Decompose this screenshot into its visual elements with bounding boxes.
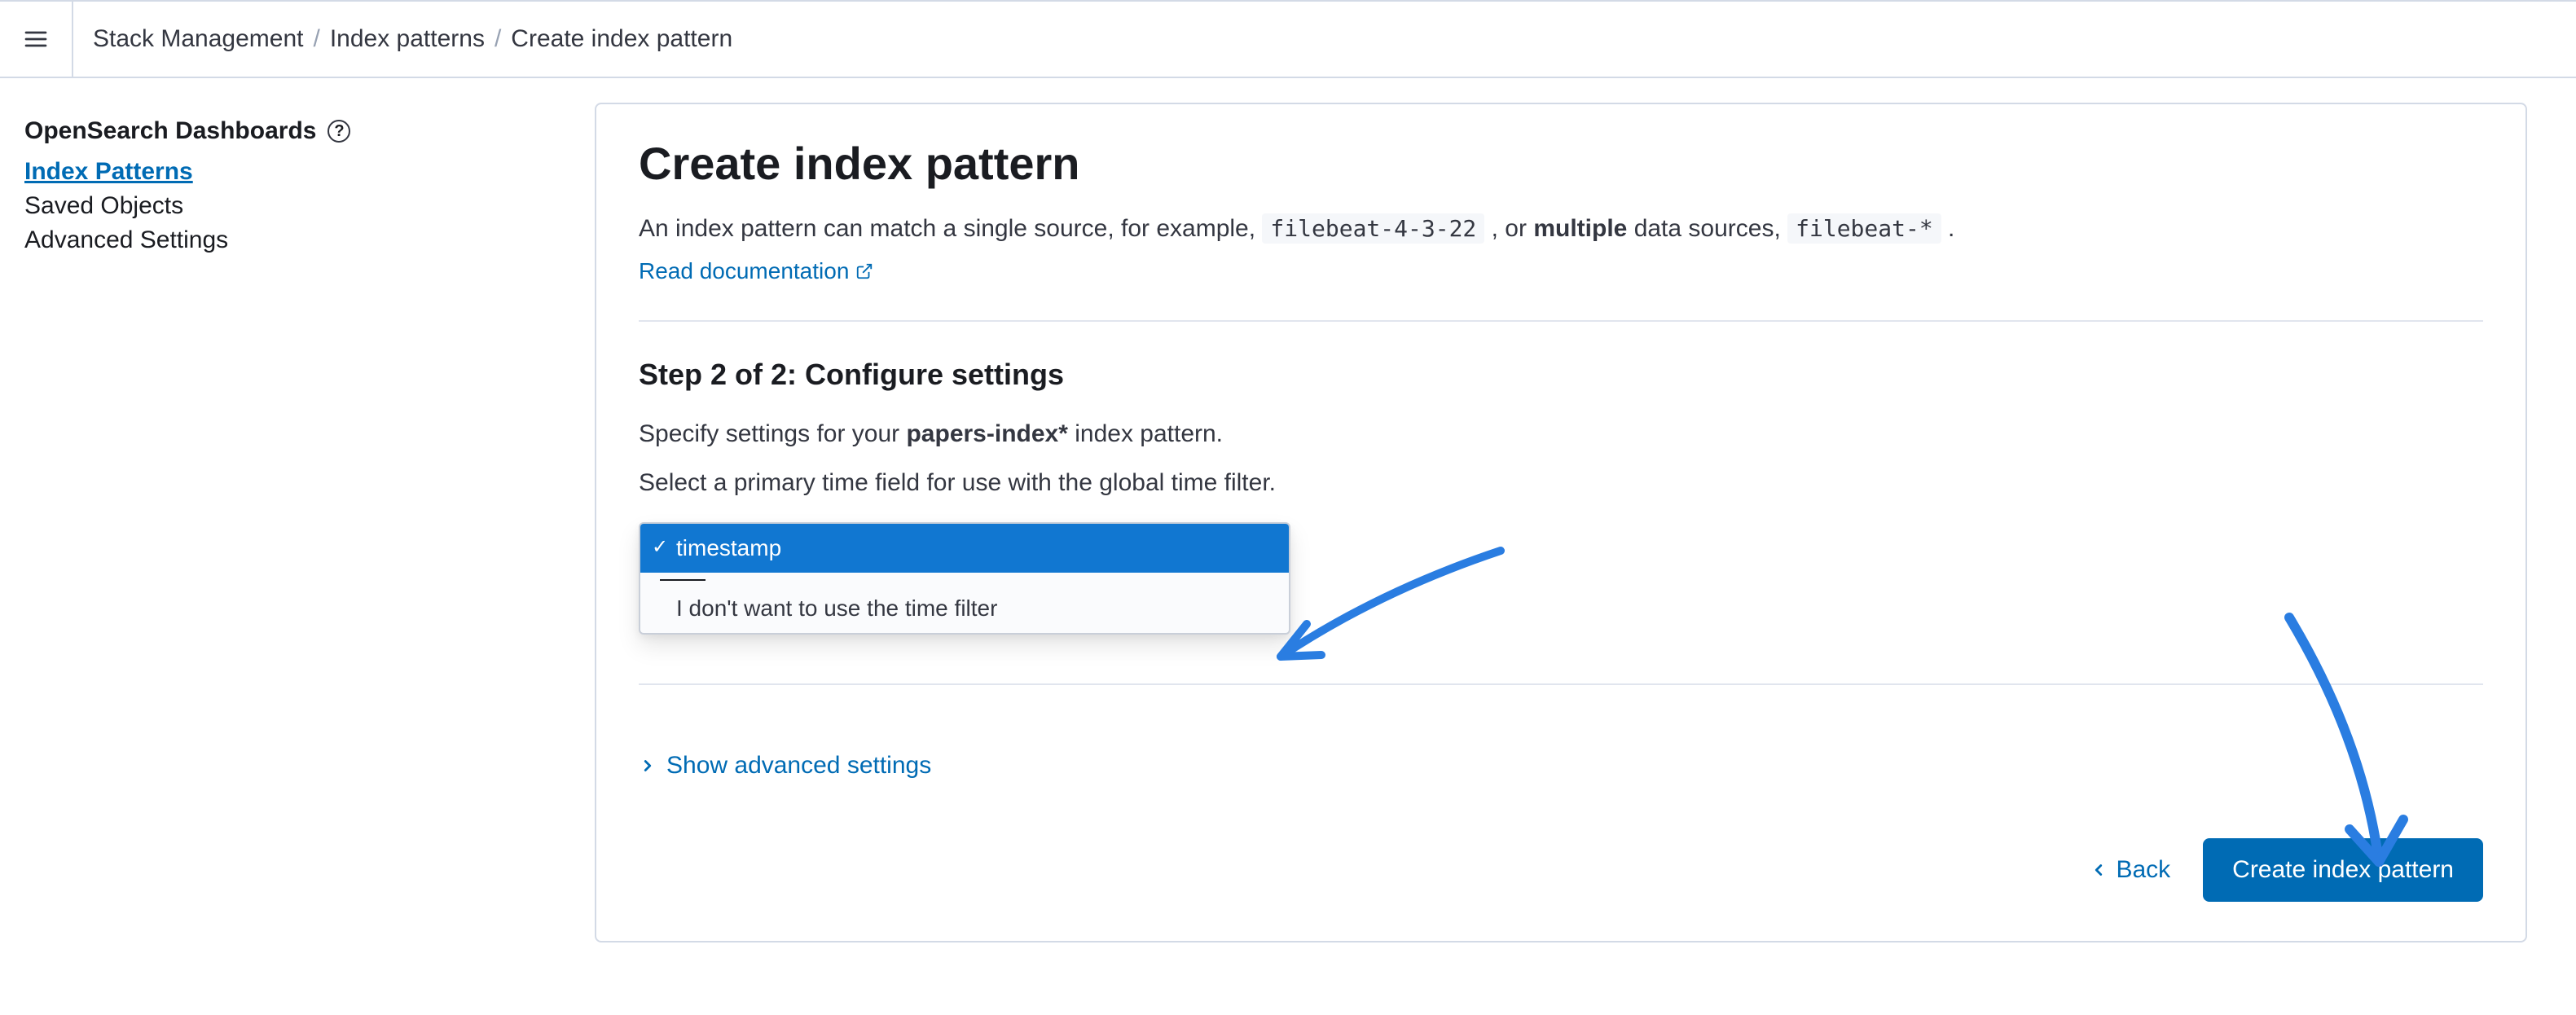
breadcrumb-link-stack-management[interactable]: Stack Management	[93, 25, 303, 53]
back-button[interactable]: Back	[2090, 856, 2170, 884]
create-index-pattern-button[interactable]: Create index pattern	[2203, 838, 2483, 902]
settings-description: Specify settings for your papers-index* …	[639, 415, 2483, 454]
sidebar: OpenSearch Dashboards ? Index Patterns S…	[24, 103, 595, 942]
divider	[639, 683, 2483, 685]
sidebar-item-label[interactable]: Index Patterns	[24, 158, 193, 185]
divider	[639, 320, 2483, 322]
menu-button[interactable]	[0, 2, 73, 77]
desc-bold: multiple	[1533, 215, 1627, 242]
dropdown-option-no-time-filter[interactable]: I don't want to use the time filter	[640, 584, 1289, 633]
dropdown-separator	[660, 579, 706, 581]
description: An index pattern can match a single sour…	[639, 209, 2483, 248]
breadcrumb: Stack Management / Index patterns / Crea…	[73, 25, 732, 53]
step-title: Step 2 of 2: Configure settings	[639, 358, 2483, 392]
show-advanced-settings[interactable]: Show advanced settings	[639, 752, 2483, 780]
main-panel: Create index pattern An index pattern ca…	[595, 103, 2527, 942]
sidebar-title: OpenSearch Dashboards ?	[24, 117, 595, 145]
back-label: Back	[2116, 856, 2170, 884]
chevron-right-icon	[639, 757, 657, 775]
time-field-dropdown[interactable]: timestamp I don't want to use the time f…	[639, 522, 1290, 635]
link-label: Read documentation	[639, 258, 849, 284]
desc-text: Specify settings for your	[639, 420, 906, 447]
read-documentation-link[interactable]: Read documentation	[639, 258, 873, 284]
dropdown-list: timestamp I don't want to use the time f…	[639, 522, 1290, 635]
external-link-icon	[855, 262, 873, 280]
code-example-2: filebeat-*	[1787, 213, 1941, 244]
desc-text: An index pattern can match a single sour…	[639, 215, 1262, 242]
annotation-arrow-dropdown	[1256, 543, 1509, 673]
chevron-left-icon	[2090, 861, 2108, 879]
help-icon[interactable]: ?	[327, 120, 350, 143]
sidebar-item-saved-objects[interactable]: Saved Objects	[24, 192, 595, 220]
desc-text: .	[1948, 215, 1954, 242]
sidebar-item-label[interactable]: Advanced Settings	[24, 226, 228, 253]
advanced-settings-label: Show advanced settings	[666, 752, 931, 780]
sidebar-item-label[interactable]: Saved Objects	[24, 192, 183, 219]
sidebar-item-index-patterns[interactable]: Index Patterns	[24, 158, 595, 186]
sidebar-title-text: OpenSearch Dashboards	[24, 117, 316, 145]
desc-text: data sources,	[1634, 215, 1787, 242]
sidebar-item-advanced-settings[interactable]: Advanced Settings	[24, 226, 595, 254]
breadcrumb-separator: /	[495, 25, 501, 53]
desc-text: , or	[1492, 215, 1534, 242]
desc-text: index pattern.	[1075, 420, 1223, 447]
code-example-1: filebeat-4-3-22	[1262, 213, 1484, 244]
breadcrumb-link-index-patterns[interactable]: Index patterns	[330, 25, 485, 53]
breadcrumb-separator: /	[313, 25, 319, 53]
dropdown-option-timestamp[interactable]: timestamp	[640, 524, 1289, 573]
pattern-name: papers-index*	[906, 420, 1067, 447]
time-filter-hint: Select a primary time field for use with…	[639, 464, 2483, 503]
page-title: Create index pattern	[639, 137, 2483, 190]
breadcrumb-current: Create index pattern	[511, 25, 732, 53]
